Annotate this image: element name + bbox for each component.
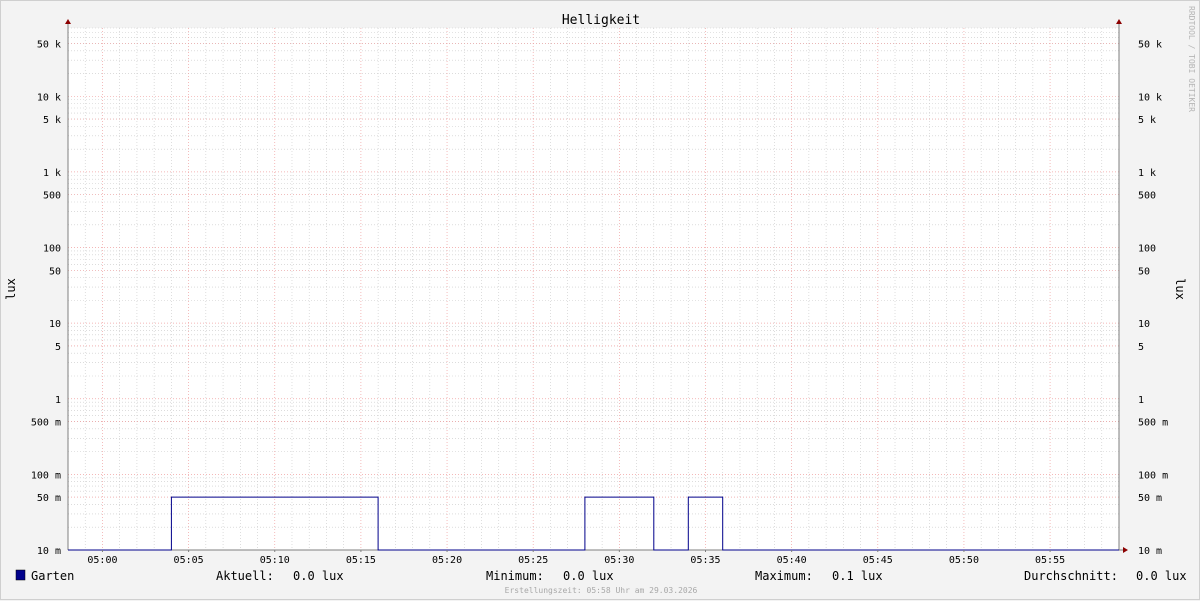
x-tick-label: 05:20 — [432, 555, 462, 566]
x-tick-label: 05:10 — [260, 555, 290, 566]
y-tick-label-right: 1 k — [1138, 168, 1156, 179]
stat-max-label: Maximum: — [755, 569, 813, 583]
x-tick-label: 05:00 — [87, 555, 117, 566]
y-axis-label-left: lux — [4, 278, 18, 300]
y-tick-label-left: 500 — [43, 191, 61, 202]
y-tick-label-left: 50 m — [37, 493, 61, 504]
x-tick-label: 05:25 — [518, 555, 548, 566]
stat-min-value: 0.0 lux — [563, 569, 614, 583]
y-tick-label-left: 10 k — [37, 92, 61, 103]
legend-swatch-garten — [15, 569, 26, 581]
x-tick-label: 05:15 — [346, 555, 376, 566]
y-tick-label-left: 500 m — [31, 418, 61, 429]
x-tick-label: 05:40 — [777, 555, 807, 566]
x-tick-label: 05:05 — [174, 555, 204, 566]
y-tick-label-left: 1 — [55, 395, 61, 406]
chart: 05:00 05:05 05:10 05:15 05:20 05:25 05:30 05:35… — [4, 6, 1196, 595]
y-tick-label-right: 500 m — [1138, 418, 1168, 429]
y-tick-label-right: 100 m — [1138, 470, 1168, 481]
y-axis-arrow-left — [65, 19, 71, 24]
y-tick-label-right: 1 — [1138, 395, 1144, 406]
y-tick-label-left: 10 — [49, 319, 61, 330]
y-tick-label-right: 50 m — [1138, 493, 1162, 504]
y-axis-label-right: lux — [1173, 278, 1187, 300]
y-tick-label-left: 100 — [43, 244, 61, 255]
x-tick-label: 05:45 — [863, 555, 893, 566]
y-tick-label-left: 50 — [49, 266, 61, 277]
y-tick-label-right: 5 — [1138, 342, 1144, 353]
stat-avg-value: 0.0 lux — [1136, 569, 1187, 583]
stat-current-value: 0.0 lux — [293, 569, 344, 583]
y-tick-label-left: 50 k — [37, 39, 61, 50]
chart-title: Helligkeit — [562, 13, 640, 28]
y-tick-label-right: 10 — [1138, 319, 1150, 330]
footer-timestamp: Erstellungszeit: 05:58 Uhr am 29.03.2026 — [505, 586, 698, 595]
y-axis-arrow-right — [1116, 19, 1122, 24]
y-tick-label-right: 5 k — [1138, 115, 1156, 126]
x-tick-label: 05:30 — [604, 555, 634, 566]
y-tick-label-left: 1 k — [43, 168, 61, 179]
legend-label-garten: Garten — [31, 569, 74, 583]
y-tick-label-right: 500 — [1138, 191, 1156, 202]
x-tick-label: 05:55 — [1035, 555, 1065, 566]
graph-frame: 05:00 05:05 05:10 05:15 05:20 05:25 05:30 05:35… — [0, 0, 1200, 600]
y-tick-label-right: 50 — [1138, 266, 1150, 277]
x-axis-arrow — [1123, 547, 1128, 553]
stat-avg-label: Durchschnitt: — [1024, 569, 1118, 583]
x-tick-label: 05:35 — [690, 555, 720, 566]
y-tick-label-right: 50 k — [1138, 39, 1162, 50]
y-tick-label-left: 5 — [55, 342, 61, 353]
y-tick-label-left: 5 k — [43, 115, 61, 126]
y-tick-label-right: 100 — [1138, 244, 1156, 255]
stat-min-label: Minimum: — [486, 569, 544, 583]
stat-max-value: 0.1 lux — [832, 569, 883, 583]
y-tick-label-left: 100 m — [31, 470, 61, 481]
x-tick-label: 05:50 — [949, 555, 979, 566]
y-tick-label-right: 10 k — [1138, 92, 1162, 103]
stat-current-label: Aktuell: — [216, 569, 274, 583]
y-tick-label-left: 10 m — [37, 546, 61, 557]
plot-area — [68, 28, 1119, 550]
watermark: RRDTOOL / TOBI OETIKER — [1187, 6, 1196, 112]
y-tick-label-right: 10 m — [1138, 546, 1162, 557]
